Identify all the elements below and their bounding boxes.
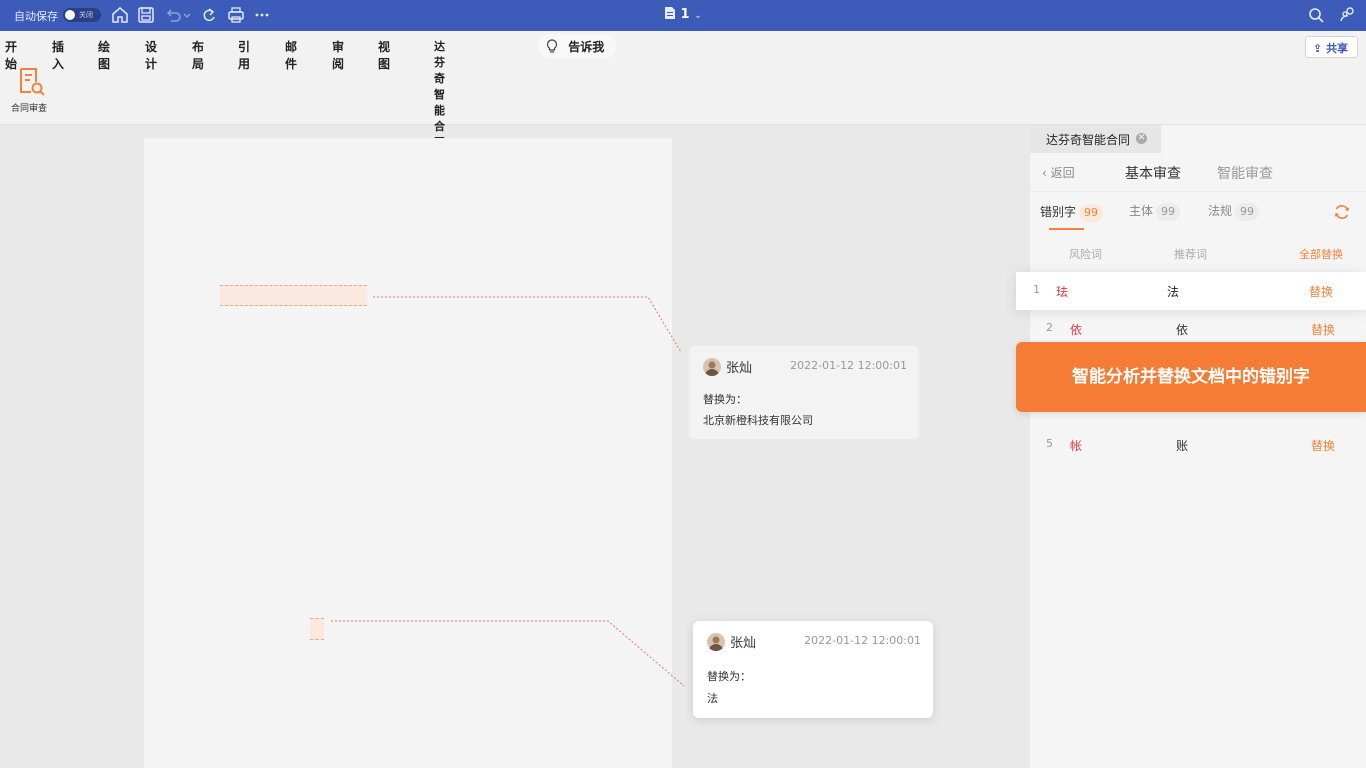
save-icon[interactable] bbox=[136, 5, 156, 25]
comment-card-active[interactable]: 张灿 2022-01-12 12:00:01 替换为： 法 bbox=[693, 621, 933, 718]
filter-typos[interactable]: 错别字 99 bbox=[1040, 203, 1104, 222]
avatar bbox=[707, 633, 725, 651]
active-filter-underline bbox=[1049, 228, 1084, 230]
replace-button[interactable]: 替换 bbox=[1311, 321, 1335, 338]
tab-view[interactable]: 视图 bbox=[378, 38, 390, 72]
close-icon[interactable]: ✕ bbox=[1136, 133, 1147, 144]
tab-review[interactable]: 审阅 bbox=[332, 38, 344, 72]
table-row-selected[interactable]: 1 珐 法 替换 bbox=[1016, 272, 1366, 310]
document-page[interactable] bbox=[144, 138, 672, 768]
print-icon[interactable] bbox=[226, 5, 246, 25]
account-settings-icon[interactable] bbox=[1337, 5, 1357, 25]
contract-review-label: 合同审查 bbox=[10, 104, 47, 114]
more-icon[interactable] bbox=[252, 5, 272, 25]
table-row[interactable]: 5 帐 账 替换 bbox=[1030, 426, 1366, 464]
filter-label: 法规 bbox=[1208, 204, 1233, 218]
replace-button[interactable]: 替换 bbox=[1311, 437, 1335, 454]
comment-author: 张灿 bbox=[726, 361, 753, 376]
share-label: 共享 bbox=[1326, 42, 1349, 55]
undo-icon[interactable] bbox=[163, 5, 183, 25]
document-title[interactable]: 1 ⌄ bbox=[664, 6, 702, 22]
toggle-knob bbox=[65, 10, 75, 20]
tab-draw[interactable]: 绘图 bbox=[98, 38, 110, 72]
panel-tab[interactable]: 达芬奇智能合同 ✕ bbox=[1030, 125, 1161, 153]
tell-me-search[interactable]: 告诉我 bbox=[538, 34, 616, 58]
table-header: 风险词 推荐词 全部替换 bbox=[1030, 237, 1366, 269]
row-number: 1 bbox=[1033, 283, 1040, 296]
document-name: 1 bbox=[680, 7, 690, 22]
back-label: 返回 bbox=[1050, 166, 1075, 180]
tab-design[interactable]: 设计 bbox=[145, 38, 157, 72]
smart-contract-panel: 达芬奇智能合同 ✕ ‹ 返回 基本审查 智能审查 错别字 99 主体 99 法规 99… bbox=[1016, 125, 1366, 768]
recommended-word: 法 bbox=[1167, 285, 1180, 299]
risk-word: 帐 bbox=[1070, 439, 1083, 453]
tab-insert[interactable]: 插入 bbox=[52, 38, 64, 72]
comment-text: 法 bbox=[707, 692, 718, 705]
comment-label: 替换为： bbox=[703, 393, 747, 406]
avatar bbox=[703, 358, 721, 376]
autosave-label: 自动保存 bbox=[14, 10, 58, 23]
divider bbox=[1030, 191, 1366, 192]
home-icon[interactable] bbox=[110, 5, 130, 25]
chevron-down-icon: ⌄ bbox=[694, 11, 702, 21]
contract-review-icon bbox=[19, 68, 45, 96]
replace-button[interactable]: 替换 bbox=[1309, 283, 1333, 300]
lightbulb-icon bbox=[546, 39, 558, 53]
risk-word: 依 bbox=[1070, 323, 1083, 337]
autosave-toggle[interactable]: 关闭 bbox=[63, 8, 101, 22]
header-recommended-word: 推荐词 bbox=[1174, 248, 1207, 261]
highlighted-text-2[interactable] bbox=[310, 618, 324, 640]
row-number: 5 bbox=[1046, 437, 1053, 450]
comment-card[interactable]: 张灿 2022-01-12 12:00:01 替换为： 北京新橙科技有限公司 bbox=[689, 346, 919, 439]
comment-time: 2022-01-12 12:00:01 bbox=[790, 359, 907, 372]
replace-all-button[interactable]: 全部替换 bbox=[1299, 246, 1343, 262]
filter-subject[interactable]: 主体 99 bbox=[1129, 202, 1181, 221]
ribbon: 开始 插入 绘图 设计 布局 引用 邮件 审阅 视图 达芬奇智能合同 告诉我 ⇪… bbox=[0, 31, 1366, 156]
header-risk-word: 风险词 bbox=[1069, 248, 1102, 261]
tab-basic-review[interactable]: 基本审查 bbox=[1125, 163, 1181, 183]
tab-layout[interactable]: 布局 bbox=[192, 38, 204, 72]
recommended-word: 账 bbox=[1176, 439, 1189, 453]
refresh-icon[interactable] bbox=[1333, 203, 1351, 221]
chevron-down-icon[interactable] bbox=[182, 5, 192, 25]
contract-review-button[interactable]: 合同审查 bbox=[8, 66, 50, 114]
tell-me-label: 告诉我 bbox=[568, 40, 605, 54]
redo-icon[interactable] bbox=[199, 5, 219, 25]
highlighted-text-1[interactable] bbox=[220, 285, 367, 306]
filter-label: 主体 bbox=[1129, 204, 1154, 218]
comment-label: 替换为： bbox=[707, 670, 751, 683]
toggle-state: 关闭 bbox=[79, 11, 93, 19]
share-button[interactable]: ⇪ 共享 bbox=[1305, 36, 1358, 58]
risk-word: 珐 bbox=[1056, 285, 1069, 299]
filter-regulations[interactable]: 法规 99 bbox=[1208, 202, 1260, 221]
panel-tab-title: 达芬奇智能合同 bbox=[1046, 133, 1131, 147]
comment-text: 北京新橙科技有限公司 bbox=[703, 414, 813, 427]
filter-label: 错别字 bbox=[1040, 205, 1077, 219]
filter-count: 99 bbox=[1079, 204, 1104, 222]
recommended-word: 依 bbox=[1176, 323, 1189, 337]
comment-time: 2022-01-12 12:00:01 bbox=[804, 634, 921, 647]
filter-count: 99 bbox=[1235, 203, 1260, 221]
share-icon: ⇪ bbox=[1313, 42, 1323, 55]
feature-banner: 智能分析并替换文档中的错别字 bbox=[1016, 342, 1366, 412]
search-icon[interactable] bbox=[1306, 5, 1326, 25]
document-icon bbox=[665, 7, 675, 19]
tab-mailings[interactable]: 邮件 bbox=[285, 38, 297, 72]
title-bar: 自动保存 关闭 1 ⌄ bbox=[0, 0, 1366, 31]
filter-count: 99 bbox=[1156, 203, 1181, 221]
comment-author: 张灿 bbox=[730, 636, 757, 651]
tab-references[interactable]: 引用 bbox=[238, 38, 250, 72]
row-number: 2 bbox=[1046, 321, 1053, 334]
back-button[interactable]: ‹ 返回 bbox=[1042, 164, 1075, 181]
tab-smart-review[interactable]: 智能审查 bbox=[1217, 163, 1273, 183]
